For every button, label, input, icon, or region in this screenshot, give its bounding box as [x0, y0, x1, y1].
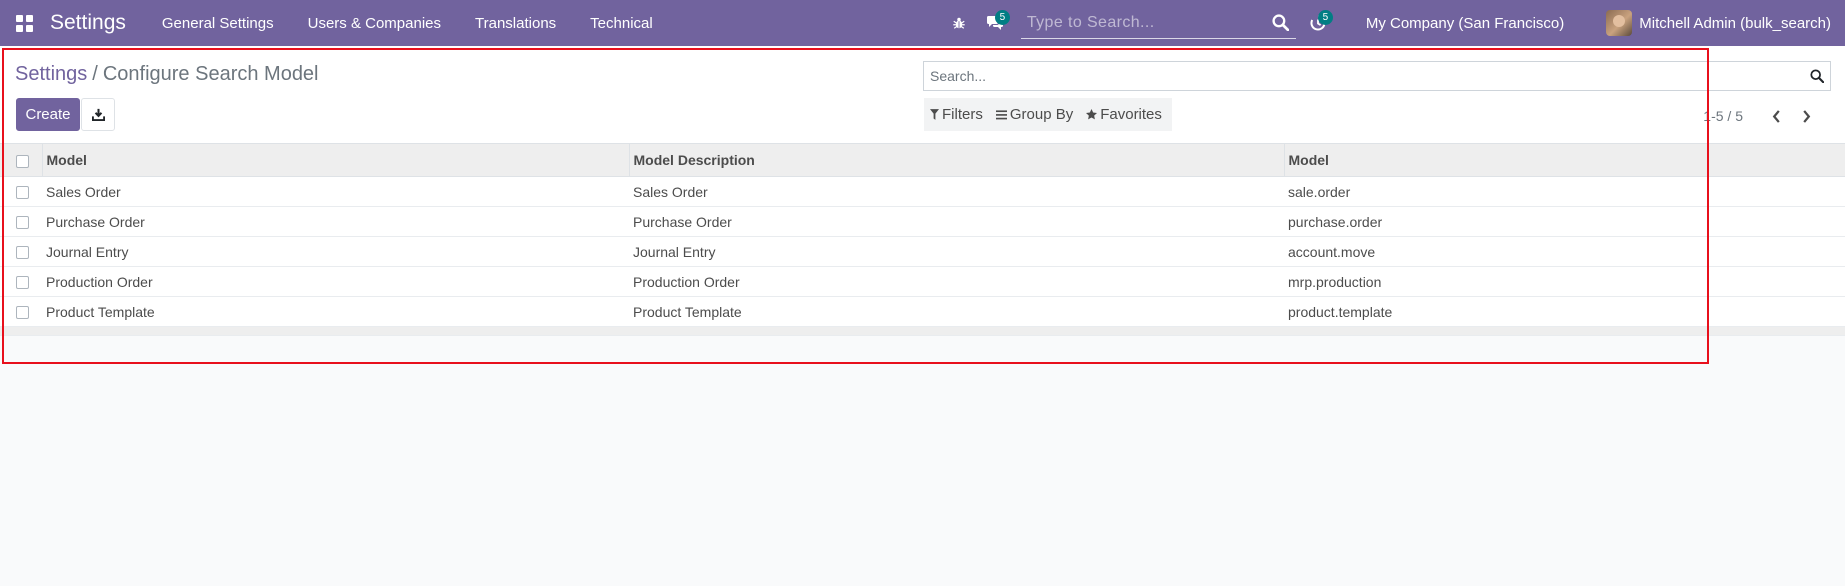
chevron-left-icon[interactable] — [1761, 104, 1791, 128]
search-input[interactable] — [924, 68, 1804, 84]
table-row[interactable]: Production Order Production Order mrp.pr… — [0, 266, 1845, 297]
favorites-label: Favorites — [1100, 106, 1162, 123]
pager: 1-5 / 5 — [1703, 104, 1821, 128]
app-brand[interactable]: Settings — [50, 11, 126, 35]
groupby-label: Group By — [1009, 106, 1074, 123]
breadcrumb: Settings / Configure Search Model — [15, 63, 319, 86]
table-row[interactable]: Sales Order Sales Order sale.order — [0, 176, 1845, 207]
row-checkbox[interactable] — [16, 276, 29, 290]
cell-model[interactable]: Journal Entry — [42, 237, 629, 267]
create-button[interactable]: Create — [16, 98, 80, 131]
cell-model-description[interactable]: Product Template — [629, 297, 1284, 327]
search-bar[interactable] — [923, 61, 1831, 91]
records-table: Model Model Description Model Sales Orde… — [0, 143, 1845, 336]
column-header-model-technical[interactable]: Model — [1283, 143, 1845, 177]
navbar-systray: 5 5 My Company (San Francisco) Mitchell … — [941, 0, 1845, 46]
export-button[interactable] — [81, 98, 115, 131]
breadcrumb-separator: / — [92, 63, 98, 85]
list-view: Model Model Description Model Sales Orde… — [0, 143, 1845, 336]
cell-model-description[interactable]: Purchase Order — [629, 207, 1284, 237]
chat-badge: 5 — [994, 10, 1010, 25]
cell-model-technical[interactable]: mrp.production — [1284, 267, 1845, 297]
top-navbar: Settings General Settings Users & Compan… — [0, 0, 1845, 46]
star-icon — [1086, 109, 1098, 120]
cell-model[interactable]: Production Order — [42, 267, 629, 297]
row-checkbox[interactable] — [16, 186, 29, 200]
select-all-checkbox[interactable] — [16, 154, 29, 168]
cell-model[interactable]: Sales Order — [42, 177, 629, 207]
menu-users-companies[interactable]: Users & Companies — [291, 0, 458, 46]
cell-model-description[interactable]: Journal Entry — [629, 237, 1284, 267]
cell-model-description[interactable]: Production Order — [629, 267, 1284, 297]
cell-model[interactable]: Purchase Order — [42, 207, 629, 237]
column-header-model-description[interactable]: Model Description — [628, 143, 1284, 177]
groupby-dropdown[interactable]: Group By — [995, 106, 1074, 123]
debug-bug-icon[interactable] — [941, 0, 977, 46]
user-menu[interactable]: Mitchell Admin (bulk_search) — [1606, 10, 1831, 36]
cell-model-technical[interactable]: product.template — [1284, 297, 1845, 327]
avatar — [1606, 10, 1633, 36]
menu-translations[interactable]: Translations — [458, 0, 573, 46]
company-switcher[interactable]: My Company (San Francisco) — [1366, 15, 1564, 32]
row-checkbox[interactable] — [16, 246, 29, 260]
filters-label: Filters — [942, 106, 983, 123]
cell-model-technical[interactable]: sale.order — [1284, 177, 1845, 207]
navbar-search-input[interactable] — [1020, 13, 1266, 32]
chevron-right-icon[interactable] — [1791, 104, 1821, 128]
activity-clock-icon[interactable]: 5 — [1300, 0, 1336, 46]
user-name: Mitchell Admin (bulk_search) — [1639, 14, 1831, 32]
table-row[interactable]: Purchase Order Purchase Order purchase.o… — [0, 206, 1845, 237]
column-header-model[interactable]: Model — [41, 143, 629, 177]
filter-icon — [930, 109, 939, 120]
menu-technical[interactable]: Technical — [573, 0, 670, 46]
navbar-search-field[interactable] — [1020, 7, 1296, 39]
favorites-dropdown[interactable]: Favorites — [1086, 106, 1162, 123]
download-icon — [91, 108, 105, 121]
search-icon[interactable] — [1266, 14, 1296, 31]
activity-badge: 5 — [1317, 10, 1333, 25]
filters-dropdown[interactable]: Filters — [930, 106, 983, 123]
cell-model[interactable]: Product Template — [42, 297, 629, 327]
table-footer — [0, 326, 1845, 336]
bars-icon — [995, 109, 1007, 119]
cell-model-technical[interactable]: account.move — [1284, 237, 1845, 267]
row-checkbox[interactable] — [16, 216, 29, 230]
search-icon[interactable] — [1804, 69, 1830, 83]
breadcrumb-settings-link[interactable]: Settings — [15, 63, 87, 86]
table-row[interactable]: Journal Entry Journal Entry account.move — [0, 236, 1845, 267]
chat-icon[interactable]: 5 — [977, 0, 1013, 46]
cell-model-technical[interactable]: purchase.order — [1284, 207, 1845, 237]
menu-general-settings[interactable]: General Settings — [145, 0, 291, 46]
apps-grid-icon[interactable] — [0, 0, 48, 46]
cell-model-description[interactable]: Sales Order — [629, 177, 1284, 207]
row-checkbox[interactable] — [16, 306, 29, 320]
pager-value[interactable]: 1-5 / 5 — [1703, 108, 1743, 124]
control-panel: Settings / Configure Search Model Create… — [0, 46, 1845, 143]
table-row[interactable]: Product Template Product Template produc… — [0, 296, 1845, 327]
page-title: Configure Search Model — [102, 63, 319, 85]
search-options-bar: Filters Group By Favorites — [924, 98, 1172, 131]
table-header-row: Model Model Description Model — [0, 143, 1845, 177]
